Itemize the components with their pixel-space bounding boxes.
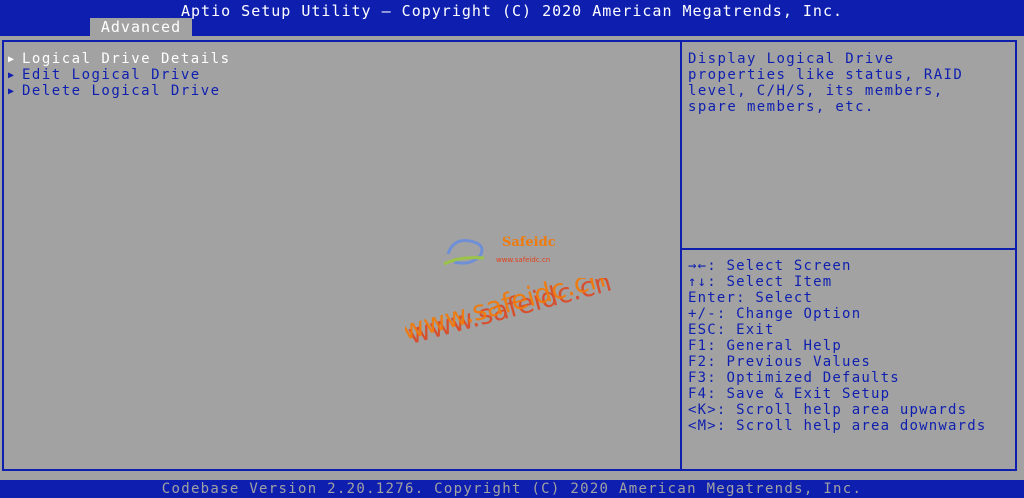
key-scroll-down: <M>: Scroll help area downwards	[688, 418, 987, 434]
key-optimized-defaults: F3: Optimized Defaults	[688, 370, 900, 386]
submenu-arrow-icon: ▶	[8, 69, 16, 81]
menu-item-delete-logical-drive[interactable]: ▶ Delete Logical Drive	[8, 83, 668, 99]
menu-list: ▶ Logical Drive Details ▶ Edit Logical D…	[8, 51, 668, 99]
help-panel: Display Logical Drive properties like st…	[688, 51, 1010, 115]
help-text-line: Display Logical Drive	[688, 51, 895, 67]
help-text-line: spare members, etc.	[688, 99, 875, 115]
key-general-help: F1: General Help	[688, 338, 843, 354]
submenu-arrow-icon: ▶	[8, 85, 16, 97]
footer-bar: Codebase Version 2.20.1276. Copyright (C…	[0, 480, 1024, 498]
tab-advanced[interactable]: Advanced	[90, 18, 192, 36]
menu-item-label: Edit Logical Drive	[22, 67, 201, 83]
help-text-line: properties like status, RAID	[688, 67, 964, 83]
menu-item-label: Delete Logical Drive	[22, 83, 221, 99]
submenu-arrow-icon: ▶	[8, 53, 16, 65]
key-previous-values: F2: Previous Values	[688, 354, 871, 370]
help-text-line: level, C/H/S, its members,	[688, 83, 944, 99]
key-change-option: +/-: Change Option	[688, 306, 862, 322]
bios-screen: Aptio Setup Utility – Copyright (C) 2020…	[0, 0, 1024, 498]
key-save-exit: F4: Save & Exit Setup	[688, 386, 891, 402]
key-enter-select: Enter: Select	[688, 290, 814, 306]
key-scroll-up: <K>: Scroll help area upwards	[688, 402, 968, 418]
key-select-item: ↑↓: Select Item	[688, 274, 833, 290]
menu-item-edit-logical-drive[interactable]: ▶ Edit Logical Drive	[8, 67, 668, 83]
horizontal-divider	[682, 248, 1017, 250]
key-legend: →←: Select Screen ↑↓: Select Item Enter:…	[688, 258, 1018, 434]
menu-item-label: Logical Drive Details	[22, 51, 231, 67]
vertical-divider	[680, 40, 682, 471]
header-bar: Aptio Setup Utility – Copyright (C) 2020…	[0, 0, 1024, 36]
key-select-screen: →←: Select Screen	[688, 258, 852, 274]
menu-item-logical-drive-details[interactable]: ▶ Logical Drive Details	[8, 51, 668, 67]
footer-text: Codebase Version 2.20.1276. Copyright (C…	[161, 481, 863, 497]
key-exit: ESC: Exit	[688, 322, 775, 338]
